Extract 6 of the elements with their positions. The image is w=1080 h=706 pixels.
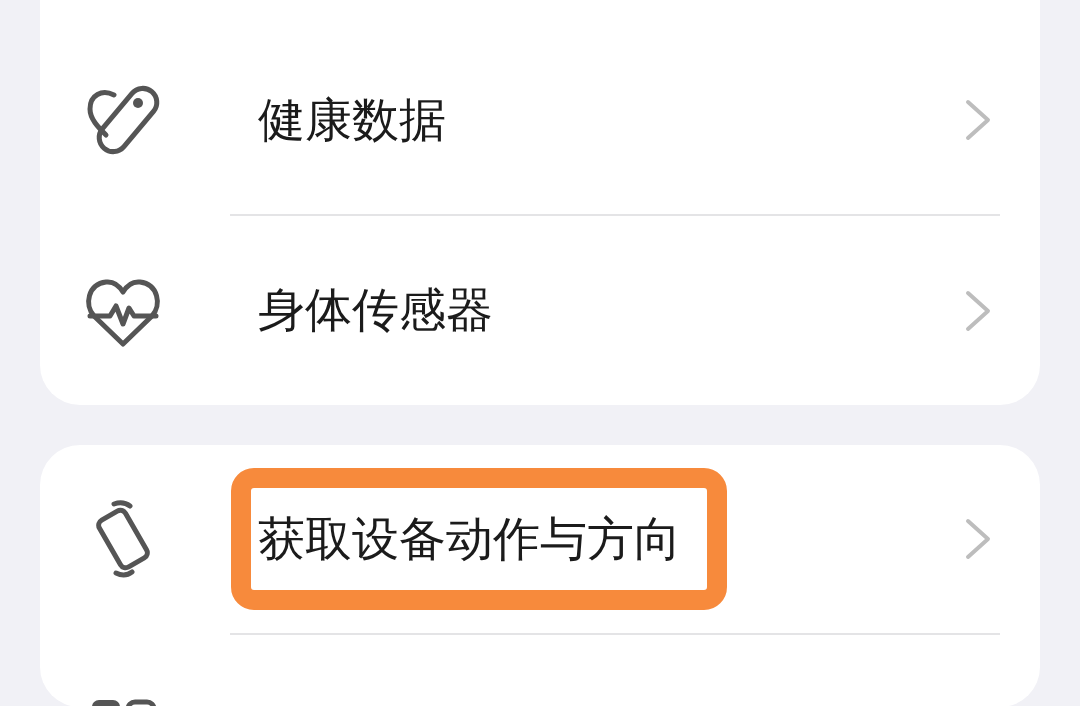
chevron-icon	[964, 98, 992, 142]
chevron-icon	[964, 288, 992, 333]
setting-label[interactable]: 健康数据	[258, 92, 446, 147]
tiles-icon	[90, 697, 156, 706]
chevron-icon	[964, 517, 992, 561]
setting-label[interactable]: 身体传感器	[258, 283, 493, 338]
